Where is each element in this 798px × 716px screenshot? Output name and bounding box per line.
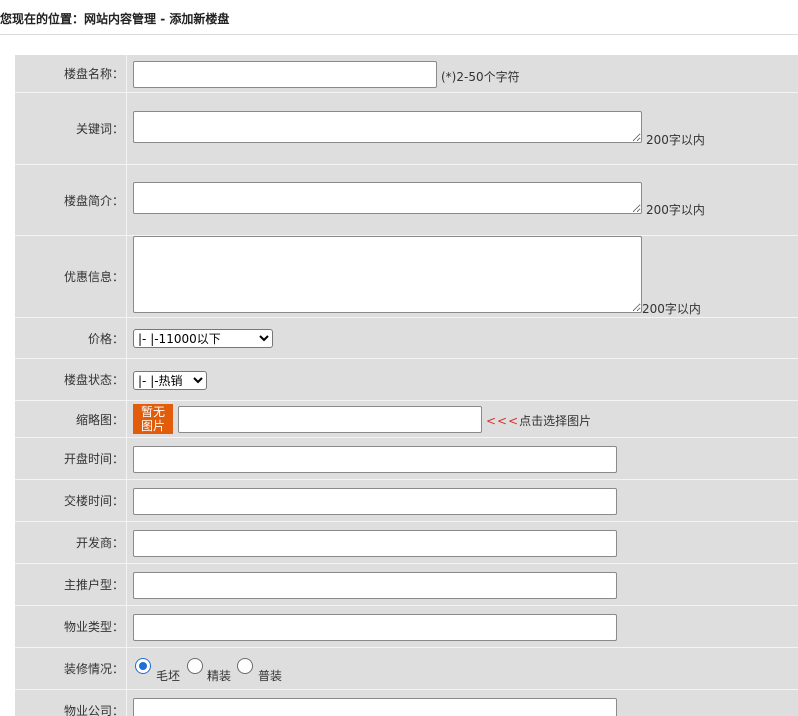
intro-hint: 200字以内 [646,203,705,217]
property-type-input[interactable] [133,614,617,641]
developer-input[interactable] [133,530,617,557]
row-status: 楼盘状态： |- |-热销 [15,359,798,401]
row-property-company: 物业公司： [15,690,798,716]
thumbnail-label: 缩略图： [75,412,124,427]
row-intro: 楼盘简介： 200字以内 [15,165,798,236]
row-keywords: 关键词： 200字以内 [15,93,798,165]
promo-hint: 200字以内 [642,302,701,316]
row-thumbnail: 缩略图： 暂无 图片 <<<点击选择图片 [15,401,798,438]
property-company-input[interactable] [133,698,617,716]
keywords-textarea[interactable] [133,111,642,143]
property-type-label: 物业类型： [63,620,124,634]
decoration-option-0: 毛坯 [156,669,181,683]
status-label: 楼盘状态： [63,373,124,387]
breadcrumb-prefix: 您现在的位置： [0,12,85,26]
decoration-radio-2[interactable] [237,658,253,674]
thumbnail-hint-wrap: <<<点击选择图片 [486,412,591,429]
developer-label: 开发商： [75,536,124,550]
property-name-hint: (*)2-50个字符 [441,70,520,84]
price-label: 价格： [87,331,124,346]
thumbnail-arrows: <<< [486,414,520,428]
price-select[interactable]: |- |-11000以下 [133,329,273,348]
delivery-time-input[interactable] [133,488,617,515]
row-delivery-time: 交楼时间： [15,480,798,522]
keywords-label: 关键词： [75,122,124,136]
decoration-radio-0[interactable] [135,658,151,674]
promo-label: 优惠信息： [63,270,124,284]
property-name-input[interactable] [133,61,437,88]
row-property-type: 物业类型： [15,606,798,648]
breadcrumb: 您现在的位置：网站内容管理 - 添加新楼盘 [0,10,798,35]
thumbnail-button-line2: 图片 [140,419,165,433]
decoration-option-1: 精装 [207,669,232,683]
row-developer: 开发商： [15,522,798,564]
delivery-time-label: 交楼时间： [63,494,124,508]
intro-label: 楼盘简介： [63,193,124,208]
thumbnail-preview-button[interactable]: 暂无 图片 [133,404,173,434]
decoration-radio-1[interactable] [187,658,203,674]
row-open-time: 开盘时间： [15,438,798,480]
main-unit-input[interactable] [133,572,617,599]
breadcrumb-path: 网站内容管理 - 添加新楼盘 [84,12,230,26]
thumbnail-path-input[interactable] [178,406,482,433]
promo-textarea[interactable] [133,236,642,313]
row-price: 价格： |- |-11000以下 [15,318,798,359]
row-property-name: 楼盘名称： (*)2-50个字符 [15,55,798,93]
keywords-hint: 200字以内 [646,133,705,147]
open-time-input[interactable] [133,446,617,473]
decoration-option-2: 普装 [258,669,283,683]
intro-textarea[interactable] [133,182,642,214]
status-select[interactable]: |- |-热销 [133,371,207,390]
row-decoration: 装修情况： 毛坯 精装 普装 [15,648,798,690]
property-company-label: 物业公司： [63,704,124,716]
add-property-form: 楼盘名称： (*)2-50个字符 关键词： 200字以内 楼盘简介： 200字以… [15,55,798,716]
property-name-label: 楼盘名称： [63,67,124,81]
row-promo: 优惠信息： 200字以内 [15,236,798,318]
main-unit-label: 主推户型： [63,578,124,592]
open-time-label: 开盘时间： [63,452,124,466]
decoration-label: 装修情况： [63,662,124,676]
thumbnail-hint: 点击选择图片 [519,414,592,428]
thumbnail-button-line1: 暂无 [140,405,165,419]
row-main-unit: 主推户型： [15,564,798,606]
